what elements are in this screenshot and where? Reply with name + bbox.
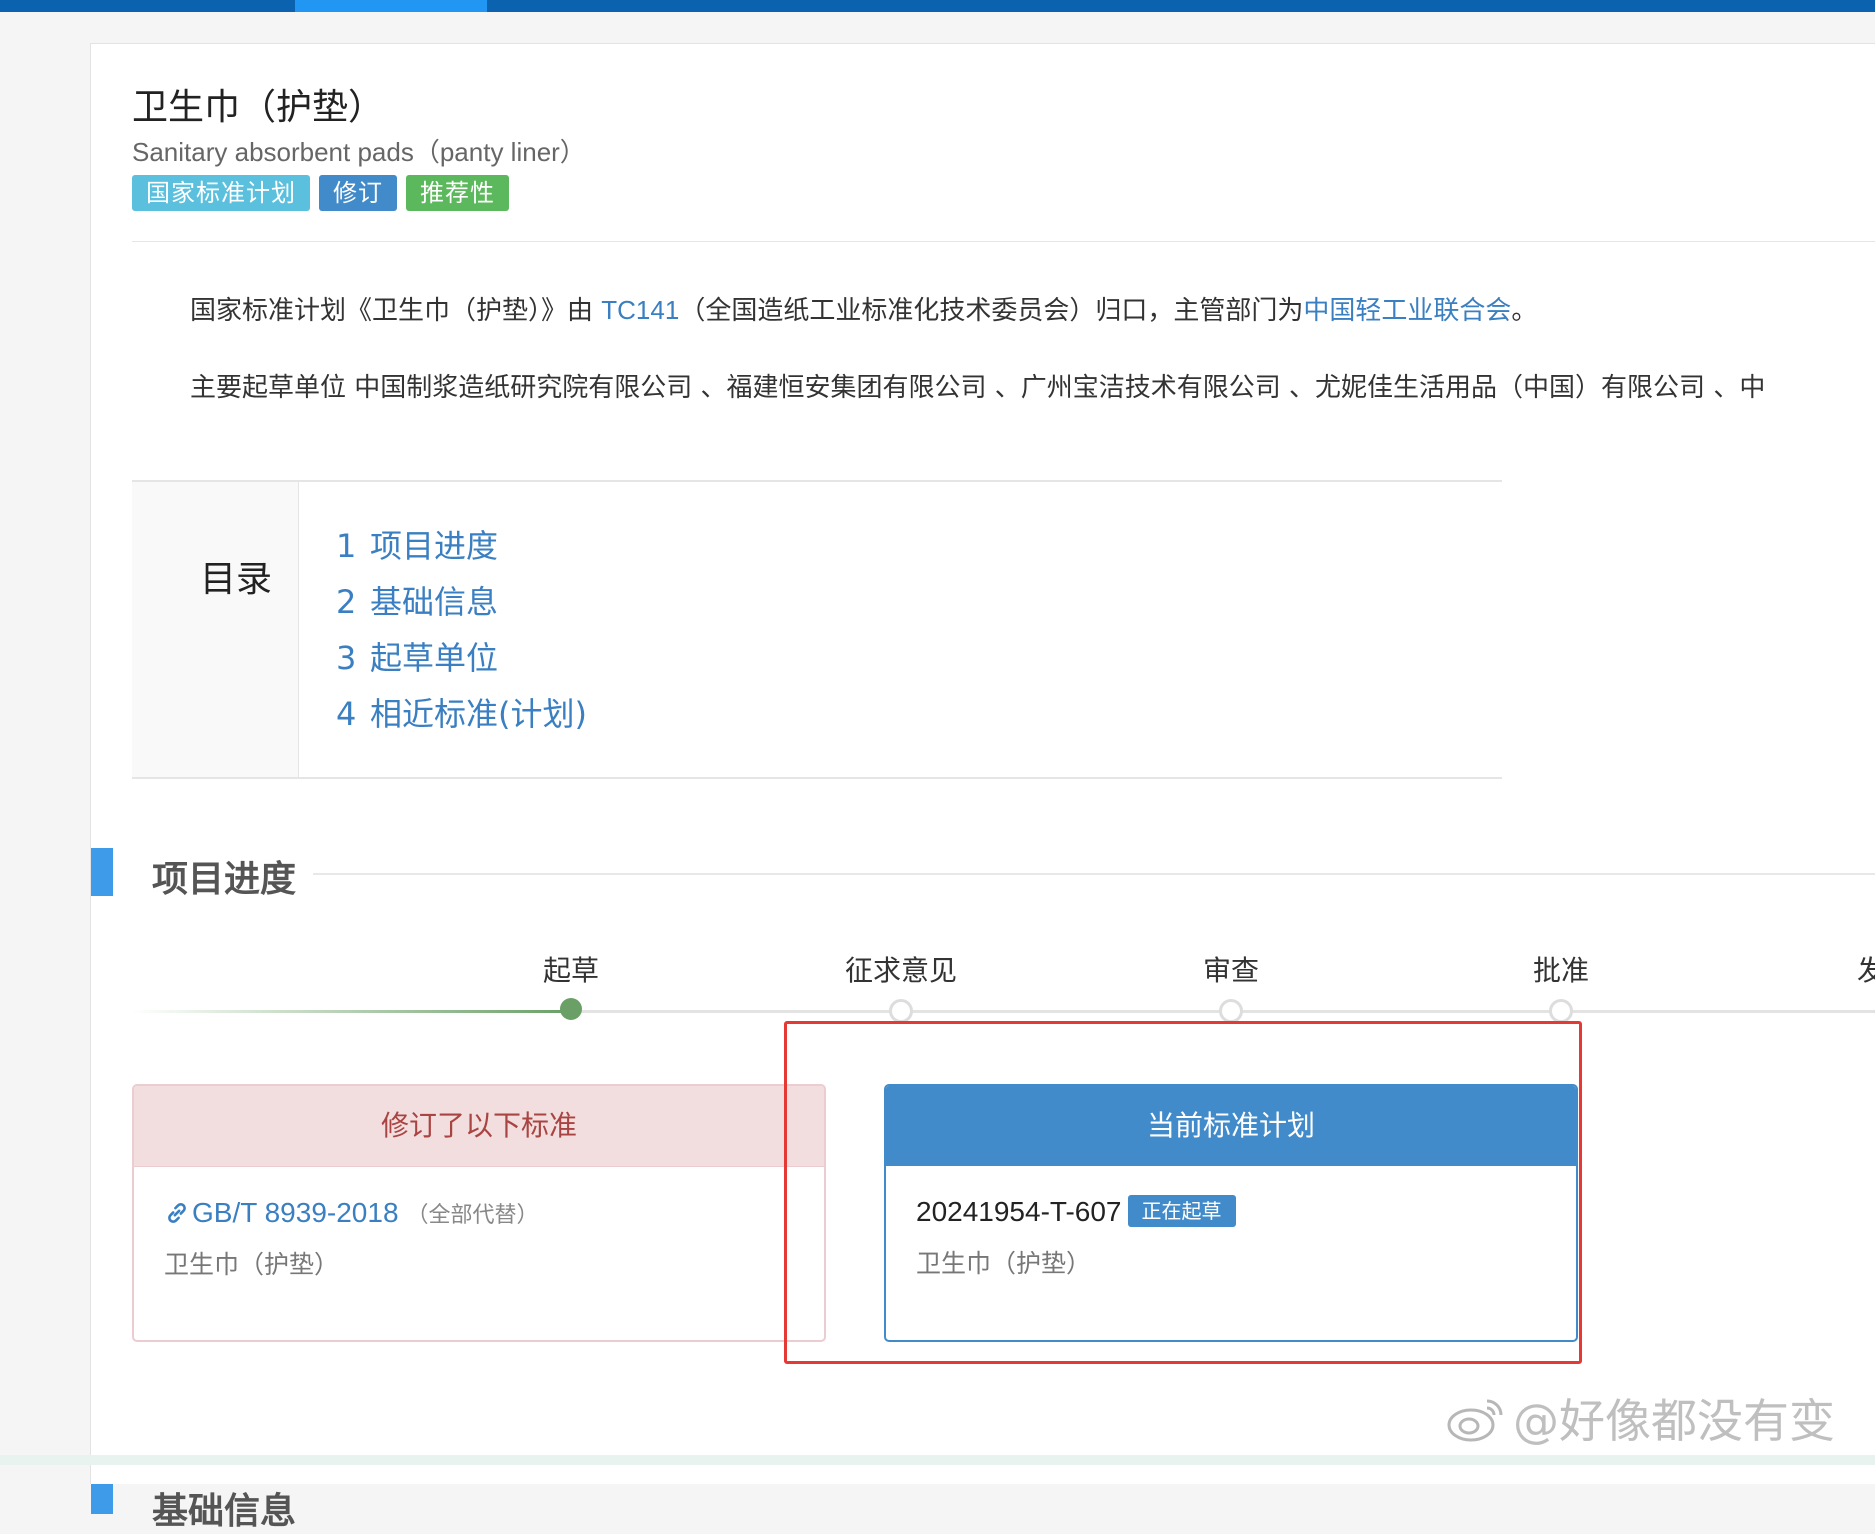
toc-item-similar-standards[interactable]: 4 相近标准(计划) xyxy=(336,686,587,742)
step-label-approval: 批准 xyxy=(1532,954,1590,987)
weibo-icon xyxy=(1445,1393,1507,1454)
intro-text: 国家标准计划《卫生巾（护垫）》由 xyxy=(190,296,602,326)
section-divider xyxy=(313,873,1875,875)
section-title-progress: 项目进度 xyxy=(152,859,297,900)
highlight-annotation-box xyxy=(784,1021,1582,1364)
progress-track-done xyxy=(132,1010,570,1013)
toc-label: 目录 xyxy=(200,559,273,600)
link-icon xyxy=(164,1197,190,1237)
divider xyxy=(132,241,1875,242)
intro-text: 。 xyxy=(1511,296,1538,326)
revised-standard-card: 修订了以下标准 GB/T 8939-2018 （全部代替） 卫生巾（护垫） xyxy=(132,1084,826,1342)
page-title: 卫生巾（护垫） xyxy=(132,87,385,128)
toc-item-basic-info[interactable]: 2 基础信息 xyxy=(336,574,587,630)
department-link[interactable]: 中国轻工业联合会 xyxy=(1303,296,1511,326)
section-marker xyxy=(91,1484,113,1514)
step-dot-approval xyxy=(1549,999,1573,1023)
section-marker xyxy=(91,848,113,896)
watermark-text: @好像都没有变 xyxy=(1513,1394,1835,1448)
badge-recommended: 推荐性 xyxy=(406,175,509,211)
revised-standard-link[interactable]: GB/T 8939-2018 xyxy=(192,1197,399,1228)
step-label-drafting: 起草 xyxy=(542,954,600,987)
table-of-contents: 目录 1 项目进度 2 基础信息 3 起草单位 4 相近标准(计划) xyxy=(132,480,1502,779)
revised-card-body: GB/T 8939-2018 （全部代替） 卫生巾（护垫） xyxy=(134,1167,824,1307)
toc-label-cell: 目录 xyxy=(132,482,299,777)
top-nav-active-tab[interactable] xyxy=(295,0,487,12)
tc-link[interactable]: TC141 xyxy=(601,295,679,325)
top-nav-bar xyxy=(0,0,1875,12)
toc-item-drafters[interactable]: 3 起草单位 xyxy=(336,630,587,686)
badge-revision: 修订 xyxy=(319,175,397,211)
drafters-paragraph: 主要起草单位 中国制浆造纸研究院有限公司 、福建恒安集团有限公司 、广州宝洁技术… xyxy=(190,373,1766,403)
badge-national-plan: 国家标准计划 xyxy=(132,175,310,211)
step-label-publish: 发 xyxy=(1856,954,1875,987)
step-label-review: 审查 xyxy=(1202,954,1260,987)
watermark: @好像都没有变 xyxy=(1445,1385,1835,1454)
intro-paragraph: 国家标准计划《卫生巾（护垫）》由 TC141（全国造纸工业标准化技术委员会）归口… xyxy=(190,290,1537,327)
step-dot-drafting xyxy=(560,998,582,1020)
revised-standard-row: GB/T 8939-2018 （全部代替） xyxy=(164,1193,794,1233)
revised-card-title: 修订了以下标准 xyxy=(134,1086,824,1167)
replacement-note: （全部代替） xyxy=(406,1203,539,1228)
badge-group: 国家标准计划 修订 推荐性 xyxy=(132,175,509,211)
step-label-consultation: 征求意见 xyxy=(844,954,958,987)
step-dot-consultation xyxy=(889,999,913,1023)
bottom-strip xyxy=(0,1455,1875,1465)
toc-list: 1 项目进度 2 基础信息 3 起草单位 4 相近标准(计划) xyxy=(336,518,587,742)
revised-standard-name: 卫生巾（护垫） xyxy=(164,1250,340,1279)
step-dot-review xyxy=(1219,999,1243,1023)
page-subtitle: Sanitary absorbent pads（panty liner） xyxy=(132,137,586,167)
toc-item-progress[interactable]: 1 项目进度 xyxy=(336,518,587,574)
intro-text: （全国造纸工业标准化技术委员会）归口，主管部门为 xyxy=(679,296,1304,326)
section-title-basic-info: 基础信息 xyxy=(152,1491,297,1532)
